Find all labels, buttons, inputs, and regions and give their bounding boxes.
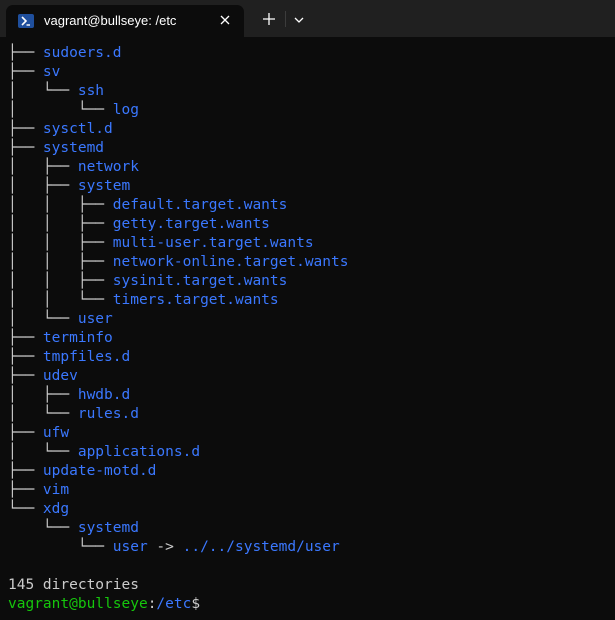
tree-line: │ ├── network: [8, 158, 608, 177]
title-bar: vagrant@bullseye: /etc: [0, 0, 615, 37]
tree-line: │ └── user: [8, 310, 608, 329]
directory-name: sv: [42, 64, 61, 80]
tree-line: │ │ ├── network-online.target.wants: [8, 253, 608, 272]
tree-connector: │ └──: [8, 83, 78, 99]
tree-connector: │ └──: [8, 102, 113, 118]
tree-connector: │ └──: [8, 406, 78, 422]
tree-line: ├── udev: [8, 367, 608, 386]
tree-connector: ├──: [8, 140, 43, 156]
tree-line: ├── tmpfiles.d: [8, 348, 608, 367]
tree-connector: ├──: [8, 463, 43, 479]
close-icon[interactable]: [216, 11, 234, 29]
powershell-icon: [18, 14, 34, 28]
tree-connector: │ ├──: [8, 159, 78, 175]
directory-name: user: [112, 539, 148, 555]
tree-line: ├── systemd: [8, 139, 608, 158]
directory-name: ufw: [42, 425, 70, 441]
tree-line: ├── ufw: [8, 424, 608, 443]
tree-connector: ├──: [8, 64, 43, 80]
tree-connector: ├──: [8, 425, 43, 441]
tree-line: │ └── rules.d: [8, 405, 608, 424]
symlink-target: ../../systemd/user: [182, 539, 340, 555]
directory-name: user: [77, 311, 113, 327]
tab-separator: [285, 11, 286, 27]
tree-connector: ├──: [8, 482, 43, 498]
directory-name: tmpfiles.d: [42, 349, 131, 365]
tree-line: ├── terminfo: [8, 329, 608, 348]
prompt-symbol: $: [191, 596, 201, 612]
tree-line: │ └── applications.d: [8, 443, 608, 462]
tree-line: ├── sysctl.d: [8, 120, 608, 139]
tree-connector: └──: [8, 539, 113, 555]
directory-name: timers.target.wants: [112, 292, 279, 308]
terminal-tab[interactable]: vagrant@bullseye: /etc: [6, 5, 244, 37]
tree-connector: └──: [8, 501, 43, 517]
tree-connector: │ │ └──: [8, 292, 113, 308]
directory-name: hwdb.d: [77, 387, 131, 403]
tree-connector: ├──: [8, 45, 43, 61]
directory-name: rules.d: [77, 406, 139, 422]
directory-name: sysctl.d: [42, 121, 113, 137]
tree-connector: │ ├──: [8, 178, 78, 194]
tree-line: │ │ ├── sysinit.target.wants: [8, 272, 608, 291]
directory-name: getty.target.wants: [112, 216, 270, 232]
tree-line: │ │ ├── getty.target.wants: [8, 215, 608, 234]
tree-connector: │ │ ├──: [8, 197, 113, 213]
directory-name: log: [112, 102, 139, 118]
directory-name: udev: [42, 368, 78, 384]
directory-name: default.target.wants: [112, 197, 288, 213]
tree-line: └── xdg: [8, 500, 608, 519]
directory-name: xdg: [42, 501, 70, 517]
directory-name: system: [77, 178, 131, 194]
tree-line: │ │ ├── multi-user.target.wants: [8, 234, 608, 253]
directory-name: sysinit.target.wants: [112, 273, 288, 289]
tree-connector: ├──: [8, 330, 43, 346]
prompt-path: /etc: [156, 596, 192, 612]
plus-icon[interactable]: [258, 9, 280, 29]
tree-line: ├── sv: [8, 63, 608, 82]
tree-connector: │ ├──: [8, 387, 78, 403]
tree-line: │ │ └── timers.target.wants: [8, 291, 608, 310]
directory-name: network-online.target.wants: [112, 254, 349, 270]
tree-connector: ├──: [8, 121, 43, 137]
tree-connector: │ └──: [8, 311, 78, 327]
chevron-down-icon[interactable]: [290, 11, 308, 29]
tree-line: └── systemd: [8, 519, 608, 538]
directory-name: sudoers.d: [42, 45, 122, 61]
tree-connector: │ │ ├──: [8, 273, 113, 289]
symlink-arrow: ->: [147, 539, 183, 555]
directory-name: vim: [42, 482, 70, 498]
tree-line: │ ├── hwdb.d: [8, 386, 608, 405]
directory-name: update-motd.d: [42, 463, 157, 479]
tree-connector: ├──: [8, 349, 43, 365]
tree-line: │ │ ├── default.target.wants: [8, 196, 608, 215]
tree-line: │ ├── system: [8, 177, 608, 196]
directory-name: network: [77, 159, 139, 175]
tree-line: ├── vim: [8, 481, 608, 500]
prompt-user-host: vagrant@bullseye: [8, 596, 148, 612]
prompt-line[interactable]: vagrant@bullseye:/etc$: [8, 595, 608, 614]
directory-name: multi-user.target.wants: [112, 235, 314, 251]
directory-name: systemd: [42, 140, 105, 156]
directory-name: applications.d: [77, 444, 201, 460]
tree-line: ├── update-motd.d: [8, 462, 608, 481]
tree-line: │ └── log: [8, 101, 608, 120]
tree-connector: │ │ ├──: [8, 254, 113, 270]
directory-name: terminfo: [42, 330, 113, 346]
summary-line: 145 directories: [8, 577, 139, 593]
tree-listing: ├── sudoers.d ├── sv │ └── ssh │ └── log ├──…: [8, 44, 608, 557]
terminal-output[interactable]: ├── sudoers.d ├── sv │ └── ssh │ └── log ├──…: [8, 44, 608, 614]
tree-connector: │ │ ├──: [8, 235, 113, 251]
tree-connector: │ └──: [8, 444, 78, 460]
tree-connector: ├──: [8, 368, 43, 384]
tree-connector: └──: [8, 520, 78, 536]
tree-line: └── user -> ../../systemd/user: [8, 538, 608, 557]
tree-line: ├── sudoers.d: [8, 44, 608, 63]
tab-title: vagrant@bullseye: /etc: [44, 13, 177, 28]
directory-name: ssh: [77, 83, 105, 99]
directory-name: systemd: [77, 520, 139, 536]
tree-line: │ └── ssh: [8, 82, 608, 101]
tree-connector: │ │ ├──: [8, 216, 113, 232]
